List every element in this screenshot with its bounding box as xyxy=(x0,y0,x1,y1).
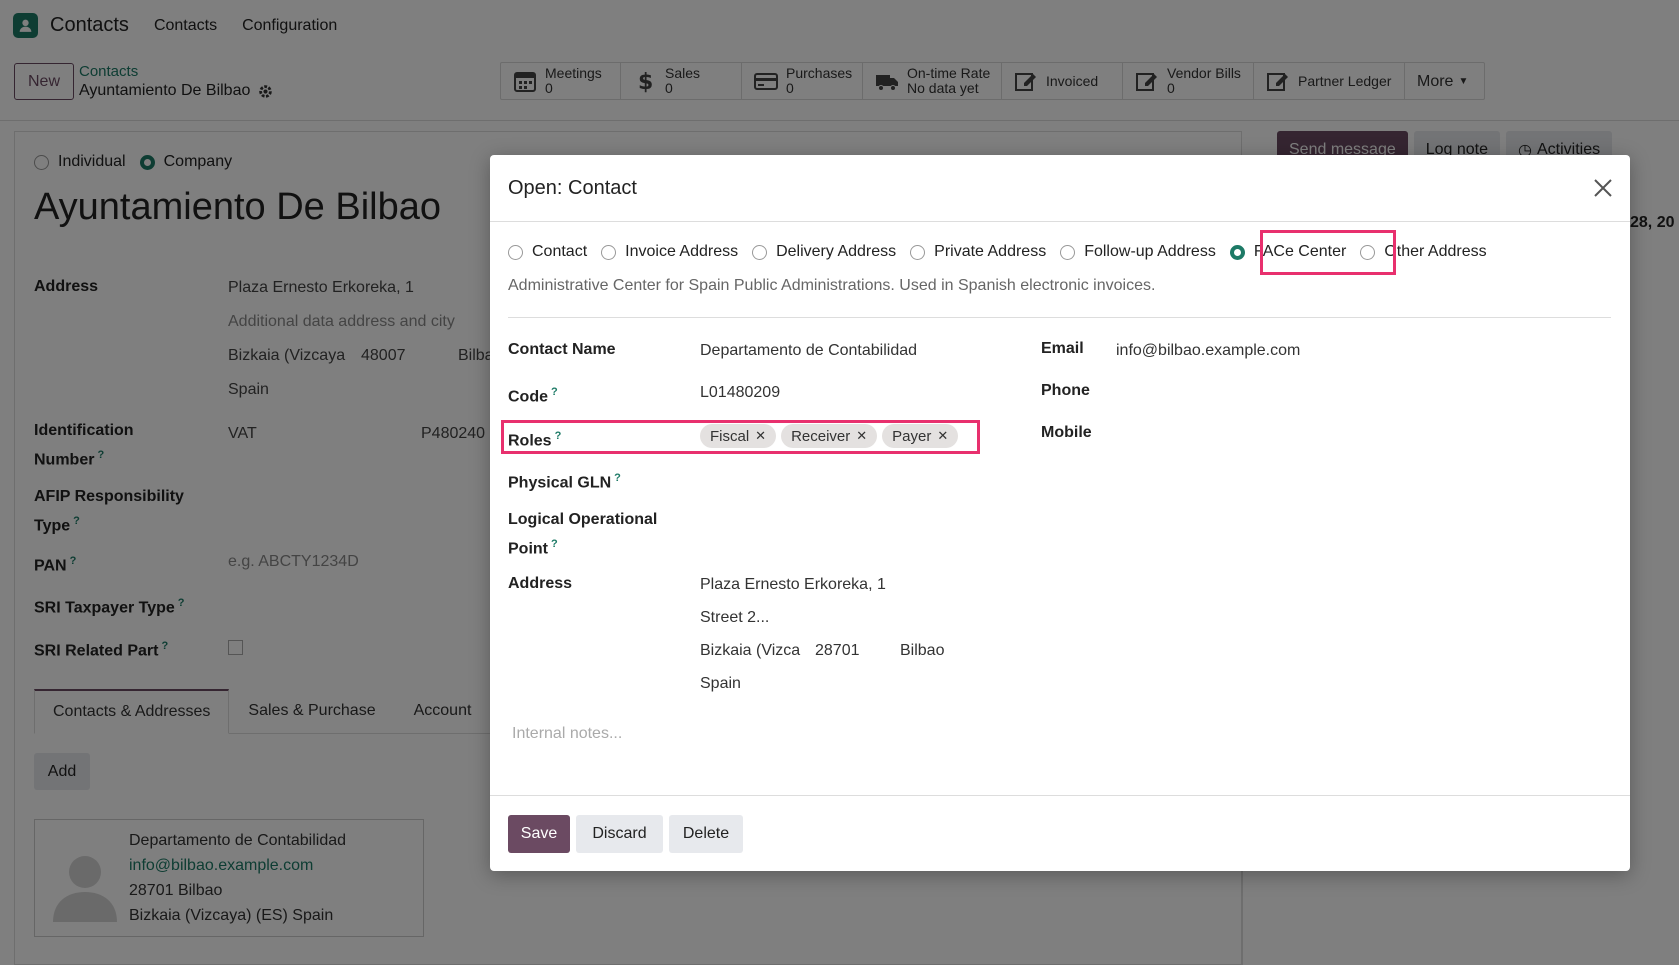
physical-gln-label-text: Physical GLN xyxy=(508,474,612,492)
save-button[interactable]: Save xyxy=(508,815,570,853)
internal-notes-field[interactable]: Internal notes... xyxy=(512,725,622,743)
modal-street2-field[interactable]: Street 2... xyxy=(700,609,769,627)
code-field[interactable]: L01480209 xyxy=(700,384,780,402)
modal-header xyxy=(490,155,1630,222)
type-contact-label: Contact xyxy=(532,243,588,260)
help-icon[interactable]: ? xyxy=(551,538,558,550)
modal-city-field[interactable]: Bilbao xyxy=(900,642,944,660)
face-center-highlight xyxy=(1260,230,1396,275)
logical-label-line2: Point xyxy=(508,540,548,558)
type-other-label: Other Address xyxy=(1384,243,1487,260)
help-icon[interactable]: ? xyxy=(551,386,558,398)
divider xyxy=(508,317,1611,318)
email-label: Email xyxy=(1041,340,1084,357)
type-invoice[interactable]: Invoice Address xyxy=(601,243,738,261)
type-invoice-label: Invoice Address xyxy=(625,243,739,260)
type-contact[interactable]: Contact xyxy=(508,243,587,261)
type-followup-radio[interactable] xyxy=(1060,244,1076,260)
modal-zip-field[interactable]: 28701 xyxy=(815,642,860,660)
discard-button[interactable]: Discard xyxy=(576,815,663,853)
type-private-label: Private Address xyxy=(934,243,1047,260)
type-delivery[interactable]: Delivery Address xyxy=(752,243,896,261)
type-followup-label: Follow-up Address xyxy=(1084,243,1216,260)
type-private[interactable]: Private Address xyxy=(910,243,1046,261)
close-icon[interactable] xyxy=(1592,177,1614,199)
type-description: Administrative Center for Spain Public A… xyxy=(508,277,1156,294)
help-icon[interactable]: ? xyxy=(614,472,621,484)
mobile-label: Mobile xyxy=(1041,424,1092,441)
contact-name-field[interactable]: Departamento de Contabilidad xyxy=(700,342,917,360)
modal-title: Open: Contact xyxy=(508,177,637,199)
code-label: Code? xyxy=(508,380,558,409)
modal-footer-divider xyxy=(490,795,1630,796)
modal-state-field[interactable]: Bizkaia (Vizca xyxy=(700,642,800,660)
modal-address-label: Address xyxy=(508,575,573,592)
type-contact-radio[interactable] xyxy=(508,244,523,260)
roles-highlight xyxy=(501,420,980,454)
code-label-text: Code xyxy=(508,388,548,406)
modal-street-field[interactable]: Plaza Ernesto Erkoreka, 1 xyxy=(700,576,886,594)
type-followup[interactable]: Follow-up Address xyxy=(1060,243,1216,261)
type-invoice-radio[interactable] xyxy=(601,244,617,260)
physical-gln-label: Physical GLN? xyxy=(508,466,621,495)
delete-button[interactable]: Delete xyxy=(669,815,743,853)
type-private-radio[interactable] xyxy=(910,244,926,260)
type-delivery-radio[interactable] xyxy=(752,244,768,260)
logical-operational-point-label: Logical Operational Point? xyxy=(508,508,657,561)
logical-label-line1: Logical Operational xyxy=(508,511,658,528)
modal-country-field[interactable]: Spain xyxy=(700,675,741,693)
type-delivery-label: Delivery Address xyxy=(776,243,897,260)
contact-dialog: Open: Contact Contact Invoice Address De… xyxy=(490,155,1630,871)
phone-label: Phone xyxy=(1041,382,1090,399)
email-field[interactable]: info@bilbao.example.com xyxy=(1116,342,1300,360)
contact-name-label: Contact Name xyxy=(508,341,616,358)
type-face-center-radio[interactable] xyxy=(1229,244,1245,260)
